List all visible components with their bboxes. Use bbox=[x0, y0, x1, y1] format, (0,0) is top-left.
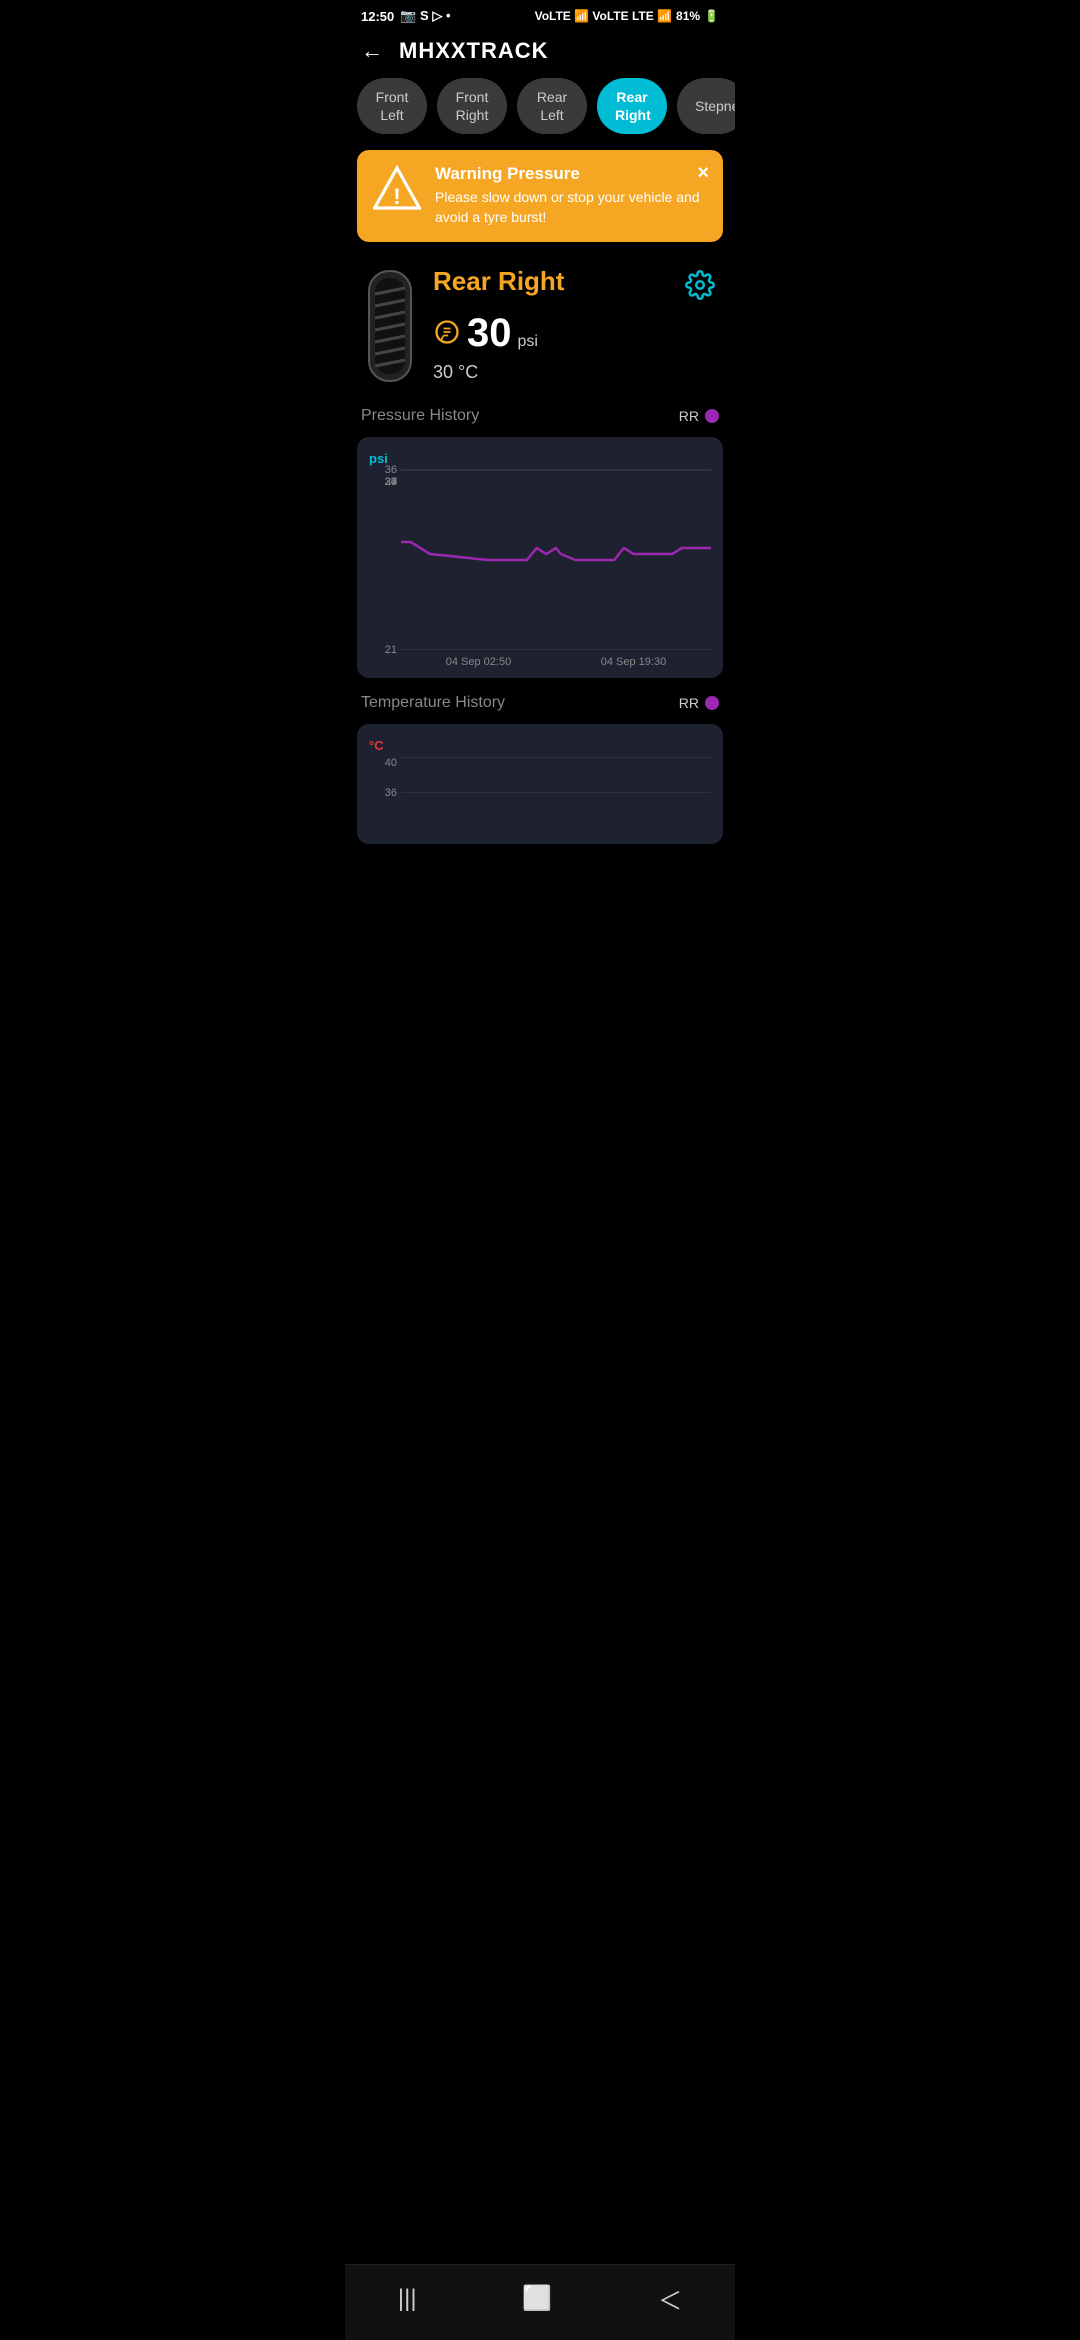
tire-info: Rear Right 30 psi 30 °C bbox=[433, 266, 719, 383]
svg-text:!: ! bbox=[393, 184, 400, 209]
pressure-value: 30 bbox=[467, 311, 512, 356]
x-label-1: 04 Sep 02:50 bbox=[446, 656, 511, 668]
tab-rear-left[interactable]: RearLeft bbox=[517, 78, 587, 134]
warning-description: Please slow down or stop your vehicle an… bbox=[435, 188, 707, 227]
warning-text-block: Warning Pressure Please slow down or sto… bbox=[435, 164, 707, 227]
warning-triangle-icon: ! bbox=[373, 164, 421, 212]
nav-back-button[interactable]: ＜ bbox=[638, 2277, 702, 2320]
grid-label-24: 24 bbox=[369, 476, 397, 488]
grid-label-36: 36 bbox=[369, 464, 397, 476]
tire-graphic bbox=[361, 266, 419, 391]
temp-legend-label: RR bbox=[679, 695, 699, 711]
pressure-history-label: Pressure History bbox=[361, 407, 479, 425]
temp-legend: RR bbox=[679, 695, 719, 711]
tire-pressure-row: 30 psi bbox=[433, 311, 719, 356]
tab-front-right[interactable]: FrontRight bbox=[437, 78, 507, 134]
nav-home-button[interactable]: ⬜ bbox=[502, 2280, 572, 2317]
status-bar: 12:50 📷 S ▷ • VoLTE 📶 VoLTE LTE 📶 81% 🔋 bbox=[345, 0, 735, 28]
x-label-2: 04 Sep 19:30 bbox=[601, 656, 666, 668]
temp-grid-36: 36 bbox=[369, 787, 397, 799]
nav-menu-button[interactable]: ||| bbox=[378, 2281, 437, 2317]
battery-level: 81% bbox=[676, 9, 700, 23]
temperature-chart-card: °C 40 36 bbox=[357, 724, 723, 844]
pressure-chart-svg bbox=[401, 470, 711, 650]
temp-chart-area: 40 36 bbox=[369, 757, 711, 827]
header: ← MHXXTRACK bbox=[345, 28, 735, 78]
temperature-history-label: Temperature History bbox=[361, 694, 505, 712]
time-display: 12:50 bbox=[361, 9, 394, 24]
tire-name: Rear Right bbox=[433, 266, 564, 297]
menu-icon: ||| bbox=[398, 2285, 417, 2312]
pressure-y-label: psi bbox=[369, 451, 711, 466]
battery-icon: 🔋 bbox=[704, 9, 719, 23]
status-icons: 📷 S ▷ • bbox=[400, 8, 450, 24]
tab-rear-right[interactable]: RearRight bbox=[597, 78, 667, 134]
pressure-icon bbox=[433, 318, 461, 352]
grid-label-21: 21 bbox=[369, 644, 397, 656]
chart-header: Pressure History RR bbox=[357, 407, 723, 425]
pressure-chart-area: 36 33 30 27 24 21 bbox=[369, 470, 711, 650]
status-right: VoLTE 📶 VoLTE LTE 📶 81% 🔋 bbox=[535, 9, 719, 23]
tire-temperature: 30 °C bbox=[433, 362, 719, 383]
warning-close-button[interactable]: × bbox=[697, 162, 709, 185]
tab-front-left[interactable]: FrontLeft bbox=[357, 78, 427, 134]
pressure-chart-card: psi 36 33 30 27 24 21 bbox=[357, 437, 723, 678]
back-button[interactable]: ← bbox=[361, 38, 383, 64]
temperature-history-section: Temperature History RR °C 40 36 bbox=[345, 694, 735, 860]
temp-chart-header: Temperature History RR bbox=[357, 694, 723, 712]
chart-x-labels: 04 Sep 02:50 04 Sep 19:30 bbox=[369, 656, 711, 668]
tire-section: Rear Right 30 psi 30 °C bbox=[345, 258, 735, 407]
tab-stepney[interactable]: Stepney bbox=[677, 78, 735, 134]
pressure-legend: RR bbox=[679, 408, 719, 424]
legend-dot-rr bbox=[705, 409, 719, 423]
temp-grid-40: 40 bbox=[369, 757, 397, 769]
warning-banner: ! Warning Pressure Please slow down or s… bbox=[357, 150, 723, 241]
app-title: MHXXTRACK bbox=[399, 38, 549, 64]
temp-legend-dot bbox=[705, 696, 719, 710]
nav-bar: ||| ⬜ ＜ bbox=[345, 2264, 735, 2340]
tire-settings-button[interactable] bbox=[681, 266, 719, 311]
warning-title: Warning Pressure bbox=[435, 164, 707, 184]
tabs-container: FrontLeft FrontRight RearLeft RearRight … bbox=[345, 78, 735, 150]
status-left: 12:50 📷 S ▷ • bbox=[361, 8, 451, 24]
legend-label: RR bbox=[679, 408, 699, 424]
home-icon: ⬜ bbox=[522, 2285, 552, 2312]
temp-y-label: °C bbox=[369, 738, 711, 753]
back-nav-icon: ＜ bbox=[658, 2288, 682, 2315]
pressure-history-section: Pressure History RR psi 36 33 30 27 24 2… bbox=[345, 407, 735, 694]
pressure-unit: psi bbox=[518, 333, 538, 351]
network-label: VoLTE 📶 VoLTE LTE 📶 bbox=[535, 9, 672, 23]
